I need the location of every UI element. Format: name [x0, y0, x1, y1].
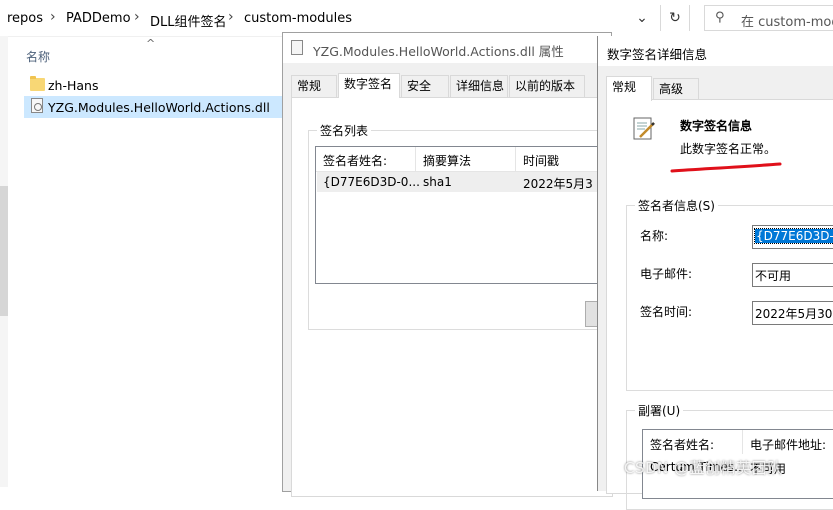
search-placeholder: 在 custom-mod [741, 15, 833, 30]
properties-dialog: YZG.Modules.HelloWorld.Actions.dll 属性 常规… [282, 32, 615, 497]
file-row-dll[interactable]: YZG.Modules.HelloWorld.Actions.dll [24, 96, 282, 118]
signer-info-label: 签名者信息(S) [635, 197, 718, 214]
tab-general[interactable]: 常规 [291, 75, 337, 97]
tab-security[interactable]: 安全 [401, 75, 449, 97]
email-field[interactable]: 不可用 [752, 263, 833, 287]
breadcrumb-repos[interactable]: repos [7, 11, 43, 26]
signature-details-titlebar[interactable]: 数字签名详细信息 [598, 36, 833, 66]
properties-titlebar[interactable]: YZG.Modules.HelloWorld.Actions.dll 属性 [283, 33, 611, 63]
column-signer-name[interactable]: 签名者姓名: [323, 152, 387, 169]
countersignature-label: 副署(U) [635, 402, 684, 419]
tab-digital-signatures[interactable]: 数字签名 [338, 73, 400, 98]
name-value: {D77E6D3D-0 [753, 228, 833, 244]
address-dropdown-button[interactable]: ⌄ [628, 5, 656, 31]
tab-details[interactable]: 详细信息 [450, 75, 508, 97]
signer-cell: {D77E6D3D-0... [323, 175, 420, 189]
digest-cell: sha1 [423, 175, 452, 189]
signature-details-title: 数字签名详细信息 [607, 47, 708, 62]
folder-icon [30, 76, 45, 91]
breadcrumb-custom-modules[interactable]: custom-modules [244, 11, 352, 26]
file-name: YZG.Modules.HelloWorld.Actions.dll [48, 100, 270, 115]
column-digest-algorithm[interactable]: 摘要算法 [423, 152, 471, 169]
properties-title: YZG.Modules.HelloWorld.Actions.dll 属性 [313, 44, 564, 59]
refresh-button[interactable]: ↻ [660, 5, 690, 31]
chevron-right-icon[interactable]: › [50, 9, 56, 25]
name-field[interactable]: {D77E6D3D-0 [752, 225, 833, 249]
column-signer-name[interactable]: 签名者姓名: [650, 436, 714, 453]
search-input[interactable]: ⚲ 在 custom-mod [704, 5, 833, 31]
tab-advanced[interactable]: 高级 [653, 78, 699, 100]
search-icon: ⚲ [715, 10, 725, 25]
sign-time-field[interactable]: 2022年5月30日 [752, 301, 833, 325]
tab-general[interactable]: 常规 [606, 76, 652, 101]
column-timestamp[interactable]: 时间戳 [523, 152, 559, 169]
signature-row[interactable]: {D77E6D3D-0... sha1 2022年5月3 [317, 172, 604, 192]
dll-file-icon [291, 40, 303, 55]
timestamp-cell: 2022年5月3 [523, 177, 593, 191]
chevron-right-icon[interactable]: › [228, 9, 234, 25]
column-divider[interactable] [515, 147, 516, 171]
sign-time-label: 签名时间: [640, 305, 693, 319]
refresh-icon: ↻ [669, 10, 681, 26]
signature-list-label: 签名列表 [317, 122, 372, 139]
signature-status-text: 此数字签名正常。 [680, 142, 777, 156]
chevron-right-icon[interactable]: › [134, 9, 140, 25]
certificate-icon [633, 117, 655, 140]
csdn-watermark: CSDN @蓝创精英团队 [624, 459, 783, 477]
column-email-address[interactable]: 电子邮件地址: [750, 436, 826, 453]
dll-file-icon [31, 98, 43, 113]
name-label: 名称: [640, 229, 669, 243]
breadcrumb-paddemo[interactable]: PADDemo [66, 11, 131, 26]
email-label: 电子邮件: [640, 267, 693, 281]
signature-list[interactable]: 签名者姓名: 摘要算法 时间戳 {D77E6D3D-0... sha1 2022… [315, 146, 605, 284]
breadcrumb-dll-signing[interactable]: DLL组件签名 [150, 11, 227, 30]
sort-ascending-icon: ^ [146, 37, 156, 50]
file-name: zh-Hans [48, 78, 99, 93]
column-divider[interactable] [415, 147, 416, 171]
chevron-down-icon: ⌄ [636, 10, 648, 26]
nav-pane-scrollbar[interactable] [0, 36, 8, 487]
signature-list-header: 签名者姓名: 摘要算法 时间戳 [316, 147, 604, 172]
file-row-folder[interactable]: zh-Hans [24, 74, 284, 96]
tab-previous-versions[interactable]: 以前的版本 [509, 75, 585, 97]
scrollbar-thumb[interactable] [0, 186, 8, 316]
column-header-name[interactable]: 名称 [26, 48, 50, 65]
column-divider[interactable] [742, 430, 743, 454]
signature-details-dialog: 数字签名详细信息 常规 高级 数字签名信息 此数字签名正常。 签名者信息(S) … [597, 36, 833, 510]
red-annotation-underline [670, 162, 782, 173]
signature-info-heading: 数字签名信息 [680, 119, 753, 133]
